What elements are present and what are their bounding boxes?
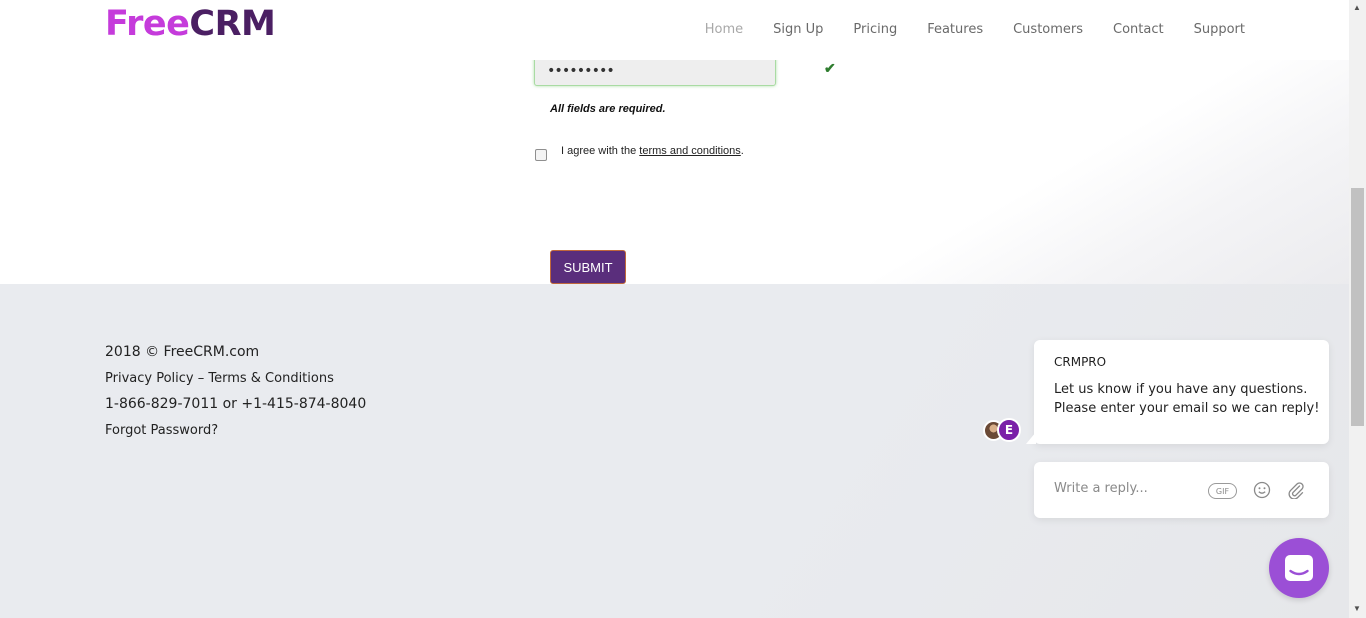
scroll-down-arrow-icon[interactable]: ▼ xyxy=(1353,604,1361,613)
nav-sign-up[interactable]: Sign Up xyxy=(773,22,823,37)
required-fields-note: All fields are required. xyxy=(550,103,666,115)
footer-phone-numbers: 1-866-829-7011 or +1-415-874-8040 xyxy=(105,396,367,412)
agree-suffix-text: . xyxy=(740,145,744,157)
chat-launcher-button[interactable] xyxy=(1269,538,1329,598)
logo-part-crm: CRM xyxy=(189,4,276,44)
page-scrollbar[interactable]: ▲ ▼ xyxy=(1349,0,1366,618)
freecrm-logo[interactable]: FreeCRM xyxy=(105,4,276,44)
scroll-thumb[interactable] xyxy=(1351,188,1364,426)
agent-avatar-e: E xyxy=(997,418,1021,442)
nav-home[interactable]: Home xyxy=(705,22,743,37)
chat-reply-box: GIF xyxy=(1034,462,1329,518)
signup-form: ••••••••• ✔ All fields are required. I a… xyxy=(0,46,1349,284)
nav-contact[interactable]: Contact xyxy=(1113,22,1164,37)
chat-message-card[interactable]: CRMPRO Let us know if you have any quest… xyxy=(1026,340,1329,444)
nav-pricing[interactable]: Pricing xyxy=(853,22,897,37)
site-footer: 2018 © FreeCRM.com Privacy Policy – Term… xyxy=(0,284,1349,618)
agree-terms-checkbox[interactable] xyxy=(535,149,547,161)
gif-icon[interactable]: GIF xyxy=(1208,483,1237,499)
nav-features[interactable]: Features xyxy=(927,22,983,37)
chat-bubble-icon xyxy=(1285,555,1313,581)
submit-button[interactable]: SUBMIT xyxy=(550,250,626,284)
logo-part-free: Free xyxy=(105,4,190,44)
footer-copyright: 2018 © FreeCRM.com xyxy=(105,344,260,360)
valid-check-icon: ✔ xyxy=(824,60,836,76)
chat-reply-input[interactable] xyxy=(1054,476,1204,500)
footer-policy-links[interactable]: Privacy Policy – Terms & Conditions xyxy=(105,371,334,386)
nav-customers[interactable]: Customers xyxy=(1013,22,1083,37)
chat-message-text: Let us know if you have any questions. P… xyxy=(1054,382,1320,416)
attachment-icon[interactable] xyxy=(1287,481,1305,499)
chat-sender-name: CRMPRO xyxy=(1054,355,1107,369)
nav-support[interactable]: Support xyxy=(1194,22,1245,37)
site-header: FreeCRM Home Sign Up Pricing Features Cu… xyxy=(0,0,1349,60)
main-nav: Home Sign Up Pricing Features Customers … xyxy=(705,22,1245,37)
terms-and-conditions-link[interactable]: terms and conditions xyxy=(639,145,741,157)
emoji-icon[interactable] xyxy=(1253,481,1271,499)
scroll-up-arrow-icon[interactable]: ▲ xyxy=(1353,3,1361,12)
agree-prefix-text: I agree with the xyxy=(561,145,640,157)
footer-forgot-password-link[interactable]: Forgot Password? xyxy=(105,423,218,438)
agree-terms-label: I agree with the terms and conditions. xyxy=(561,145,744,157)
